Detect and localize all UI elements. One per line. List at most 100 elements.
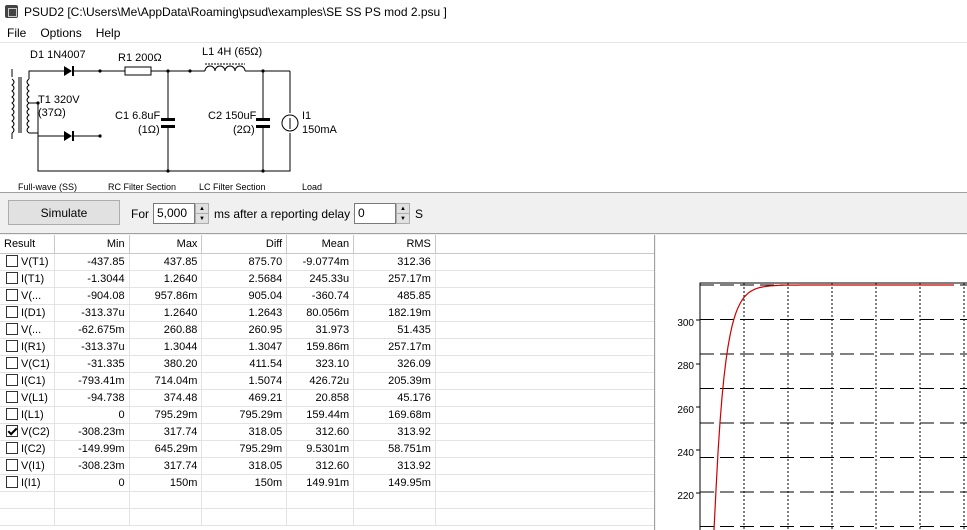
table-row[interactable]: V(L1) -94.738 374.48 469.21 20.858 45.176 (0, 389, 654, 407)
delay-spinner[interactable]: ▲ ▼ (396, 203, 410, 224)
transformer-primary[interactable] (11, 78, 15, 134)
col-mean[interactable]: Mean (286, 235, 355, 254)
plot-checkbox[interactable] (6, 255, 18, 267)
empty-cell (54, 491, 130, 509)
table-row[interactable]: I(D1) -313.37u 1.2640 1.2643 80.056m 182.19m (0, 304, 654, 322)
spin-down-icon[interactable]: ▼ (397, 214, 409, 223)
label-r1: R1 200Ω (118, 52, 162, 64)
filler-cell (435, 389, 654, 407)
diff-cell: 1.5074 (201, 372, 288, 390)
plot-checkbox[interactable] (6, 476, 18, 488)
simulate-button[interactable]: Simulate (8, 200, 120, 225)
plot-checkbox[interactable] (6, 425, 18, 437)
col-rms[interactable]: RMS (353, 235, 436, 254)
menu-file[interactable]: File (0, 26, 33, 40)
plot-area[interactable] (699, 282, 967, 530)
filler-cell (435, 253, 654, 271)
capacitor-c2[interactable] (256, 118, 270, 121)
menu-options[interactable]: Options (33, 26, 88, 40)
min-cell: -1.3044 (54, 270, 130, 288)
filler-cell (435, 423, 654, 441)
table-row[interactable]: I(I1) 0 150m 150m 149.91m 149.95m (0, 474, 654, 492)
col-diff[interactable]: Diff (201, 235, 288, 254)
diff-cell: 875.70 (201, 253, 288, 271)
plot-checkbox[interactable] (6, 459, 18, 471)
v-c2-trace (713, 284, 954, 530)
app-icon (5, 5, 18, 18)
table-row[interactable]: I(C2) -149.99m 645.29m 795.29m 9.5301m 58.751… (0, 440, 654, 458)
max-cell: 317.74 (129, 457, 203, 475)
diff-cell: 411.54 (201, 355, 288, 373)
max-cell: 1.2640 (129, 270, 203, 288)
result-cell: I(I1) (0, 474, 55, 492)
result-cell: V(C1) (0, 355, 55, 373)
result-name: I(C1) (21, 375, 46, 387)
rms-cell: 313.92 (353, 457, 436, 475)
mean-cell: 159.86m (286, 338, 355, 356)
diff-cell: 260.95 (201, 321, 288, 339)
diff-cell: 795.29m (201, 406, 288, 424)
min-cell: -904.08 (54, 287, 130, 305)
filler-cell (435, 304, 654, 322)
plot-checkbox[interactable] (6, 374, 18, 386)
min-cell: -149.99m (54, 440, 130, 458)
mean-cell: 426.72u (286, 372, 355, 390)
filler-cell (435, 270, 654, 288)
diff-cell: 1.3047 (201, 338, 288, 356)
transformer-secondary[interactable] (26, 78, 30, 134)
spin-down-icon[interactable]: ▼ (196, 214, 208, 223)
empty-cell (286, 491, 355, 509)
inductor-l1[interactable] (204, 65, 246, 72)
result-cell: I(C1) (0, 372, 55, 390)
empty-cell (201, 491, 288, 509)
plot-checkbox[interactable] (6, 442, 18, 454)
label-t1-voltage: T1 320V (38, 94, 80, 106)
table-row[interactable]: I(T1) -1.3044 1.2640 2.5684 245.33u 257.17m (0, 270, 654, 288)
min-cell: -313.37u (54, 304, 130, 322)
rms-cell: 326.09 (353, 355, 436, 373)
col-max[interactable]: Max (129, 235, 203, 254)
table-row[interactable]: V(C1) -31.335 380.20 411.54 323.10 326.09 (0, 355, 654, 373)
plot-checkbox[interactable] (6, 340, 18, 352)
min-cell: -437.85 (54, 253, 130, 271)
table-row[interactable]: V(I1) -308.23m 317.74 318.05 312.60 313.92 (0, 457, 654, 475)
diff-cell: 1.2643 (201, 304, 288, 322)
plot-checkbox[interactable] (6, 306, 18, 318)
table-row[interactable]: V(... -904.08 957.86m 905.04 -360.74 485.85 (0, 287, 654, 305)
menu-help[interactable]: Help (89, 26, 128, 40)
table-row[interactable]: V(C2) -308.23m 317.74 318.05 312.60 313.92 (0, 423, 654, 441)
col-result[interactable]: Result (0, 235, 55, 254)
result-cell: V(T1) (0, 253, 55, 271)
col-min[interactable]: Min (54, 235, 130, 254)
table-row[interactable]: V(... -62.675m 260.88 260.95 31.973 51.435 (0, 321, 654, 339)
diff-cell: 795.29m (201, 440, 288, 458)
result-name: V(C2) (21, 426, 50, 438)
filler-cell (435, 406, 654, 424)
result-cell: I(C2) (0, 440, 55, 458)
diode-d1[interactable] (64, 66, 72, 76)
empty-cell (435, 508, 654, 526)
delay-input[interactable]: 0 (354, 203, 396, 224)
spin-up-icon[interactable]: ▲ (196, 204, 208, 214)
min-cell: 0 (54, 406, 130, 424)
result-cell: V(L1) (0, 389, 55, 407)
rms-cell: 485.85 (353, 287, 436, 305)
plot-checkbox[interactable] (6, 391, 18, 403)
table-row[interactable]: I(C1) -793.41m 714.04m 1.5074 426.72u 205.39m (0, 372, 654, 390)
result-name: I(T1) (21, 273, 45, 285)
plot-checkbox[interactable] (6, 357, 18, 369)
plot-checkbox[interactable] (6, 289, 18, 301)
plot-checkbox[interactable] (6, 323, 18, 335)
resistor-r1[interactable] (124, 66, 152, 76)
table-body: V(T1) -437.85 437.85 875.70 -9.0774m 312.36 I(… (0, 253, 654, 526)
table-row[interactable]: I(R1) -313.37u 1.3044 1.3047 159.86m 257.17m (0, 338, 654, 356)
plot-checkbox[interactable] (6, 272, 18, 284)
capacitor-c1[interactable] (161, 118, 175, 121)
plot-checkbox[interactable] (6, 408, 18, 420)
diode-d2[interactable] (64, 131, 72, 141)
duration-spinner[interactable]: ▲ ▼ (195, 203, 209, 224)
duration-input[interactable]: 5,000 (153, 203, 195, 224)
table-row[interactable]: I(L1) 0 795.29m 795.29m 159.44m 169.68m (0, 406, 654, 424)
spin-up-icon[interactable]: ▲ (397, 204, 409, 214)
table-row[interactable]: V(T1) -437.85 437.85 875.70 -9.0774m 312.36 (0, 253, 654, 271)
